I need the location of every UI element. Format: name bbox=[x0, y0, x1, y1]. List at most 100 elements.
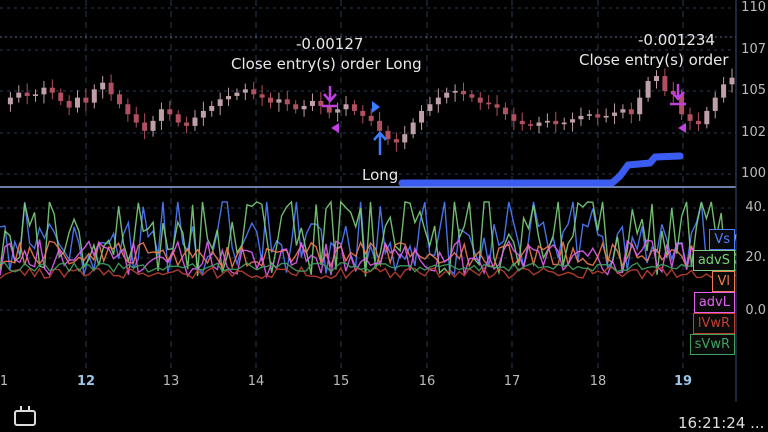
candle-body bbox=[49, 87, 55, 93]
candle-body bbox=[620, 109, 626, 113]
candle-body bbox=[360, 110, 366, 116]
candle-body bbox=[519, 120, 525, 125]
candle-body bbox=[335, 109, 341, 113]
candle-body bbox=[477, 97, 483, 103]
x-tick-label: 15 bbox=[332, 374, 350, 389]
candle-body bbox=[385, 130, 391, 140]
candle-body bbox=[268, 97, 274, 103]
y-tick-label: 20. bbox=[745, 250, 766, 265]
exit-arrow-icon bbox=[323, 86, 337, 103]
candle-body bbox=[251, 89, 257, 95]
x-tick-label: 1 bbox=[0, 374, 9, 389]
y-tick-label: 0.0 bbox=[745, 303, 766, 318]
x-tick-label: 18 bbox=[589, 374, 607, 389]
candle-body bbox=[150, 120, 156, 131]
candle-body bbox=[494, 104, 500, 108]
candle-body bbox=[351, 104, 357, 111]
candle-body bbox=[469, 94, 475, 98]
candle-body bbox=[578, 115, 584, 120]
legend-item-lvwr[interactable]: lVwR bbox=[692, 313, 735, 334]
candle-body bbox=[377, 120, 383, 131]
candle-body bbox=[393, 139, 399, 143]
candle-body bbox=[402, 134, 408, 143]
candle-body bbox=[368, 115, 374, 121]
x-tick-label: 16 bbox=[418, 374, 436, 389]
candle-body bbox=[184, 122, 190, 126]
entry-triangle-icon bbox=[372, 101, 380, 113]
candle-body bbox=[502, 107, 508, 115]
x-tick-label: 17 bbox=[503, 374, 521, 389]
candle-body bbox=[486, 102, 492, 105]
candle-body bbox=[553, 120, 559, 125]
y-tick-label: 107 bbox=[741, 42, 766, 57]
x-tick-label: 12 bbox=[76, 374, 96, 389]
candle-body bbox=[16, 92, 22, 98]
candle-body bbox=[41, 87, 47, 95]
candle-body bbox=[284, 99, 290, 105]
y-tick-label: 40. bbox=[745, 200, 766, 215]
candle-body bbox=[58, 92, 64, 101]
candle-body bbox=[721, 84, 727, 98]
candle-body bbox=[226, 95, 232, 100]
legend-item-vl[interactable]: Vl bbox=[712, 271, 735, 292]
candle-body bbox=[242, 89, 248, 93]
candle-body bbox=[427, 104, 433, 111]
trade-entry-label: Long bbox=[362, 166, 399, 184]
exit-triangle-icon bbox=[678, 123, 686, 133]
candle-body bbox=[293, 104, 299, 110]
candle-body bbox=[7, 97, 13, 105]
candle-body bbox=[612, 112, 618, 116]
candle-body bbox=[444, 92, 450, 98]
candle-body bbox=[158, 109, 164, 121]
candle-body bbox=[91, 89, 97, 103]
position-band bbox=[398, 152, 684, 187]
candle-body bbox=[66, 100, 72, 108]
trade-profit-label: -0.00127 bbox=[296, 35, 364, 53]
candle-body bbox=[570, 119, 576, 123]
candle-body bbox=[116, 94, 122, 105]
bottom-toolbar bbox=[0, 402, 768, 425]
candle-body bbox=[100, 82, 106, 90]
candle-body bbox=[108, 82, 114, 95]
candle-body bbox=[276, 99, 282, 103]
candle-body bbox=[729, 77, 735, 85]
candle-body bbox=[125, 104, 131, 115]
y-tick-label: 102 bbox=[741, 125, 766, 140]
legend-item-advl[interactable]: advL bbox=[693, 292, 735, 313]
candle-body bbox=[410, 122, 416, 135]
candle-body bbox=[133, 114, 139, 123]
candle-body bbox=[309, 100, 315, 106]
exit-triangle-icon bbox=[331, 123, 339, 133]
candle-body bbox=[511, 114, 517, 121]
calendar-icon[interactable] bbox=[14, 406, 36, 426]
candle-body bbox=[460, 91, 466, 95]
candle-body bbox=[83, 97, 89, 103]
candle-body bbox=[24, 92, 30, 96]
y-tick-label: 110 bbox=[741, 0, 766, 15]
legend-item-advs[interactable]: advS bbox=[692, 250, 735, 271]
candle-body bbox=[419, 110, 425, 123]
candle-body bbox=[192, 117, 198, 126]
candle-body bbox=[175, 114, 181, 123]
candle-body bbox=[452, 91, 458, 93]
candle-body bbox=[259, 94, 265, 98]
candle-body bbox=[142, 122, 148, 131]
x-tick-label: 13 bbox=[162, 374, 180, 389]
entry-arrow-icon bbox=[373, 131, 387, 155]
candle-body bbox=[209, 105, 215, 111]
candle-body bbox=[645, 81, 651, 98]
candle-body bbox=[343, 104, 349, 110]
candle-body bbox=[536, 122, 542, 126]
candle-body bbox=[662, 76, 668, 91]
candle-body bbox=[217, 99, 223, 106]
candle-body bbox=[234, 92, 240, 96]
candle-body bbox=[628, 109, 634, 115]
y-tick-label: 105 bbox=[741, 83, 766, 98]
legend-item-svwr[interactable]: sVwR bbox=[689, 334, 735, 355]
candle-body bbox=[561, 122, 567, 125]
candle-body bbox=[653, 76, 659, 82]
x-tick-label: 14 bbox=[247, 374, 265, 389]
candle-body bbox=[687, 114, 693, 121]
indicator-panel bbox=[0, 199, 737, 280]
legend-item-vs[interactable]: Vs bbox=[709, 229, 735, 250]
